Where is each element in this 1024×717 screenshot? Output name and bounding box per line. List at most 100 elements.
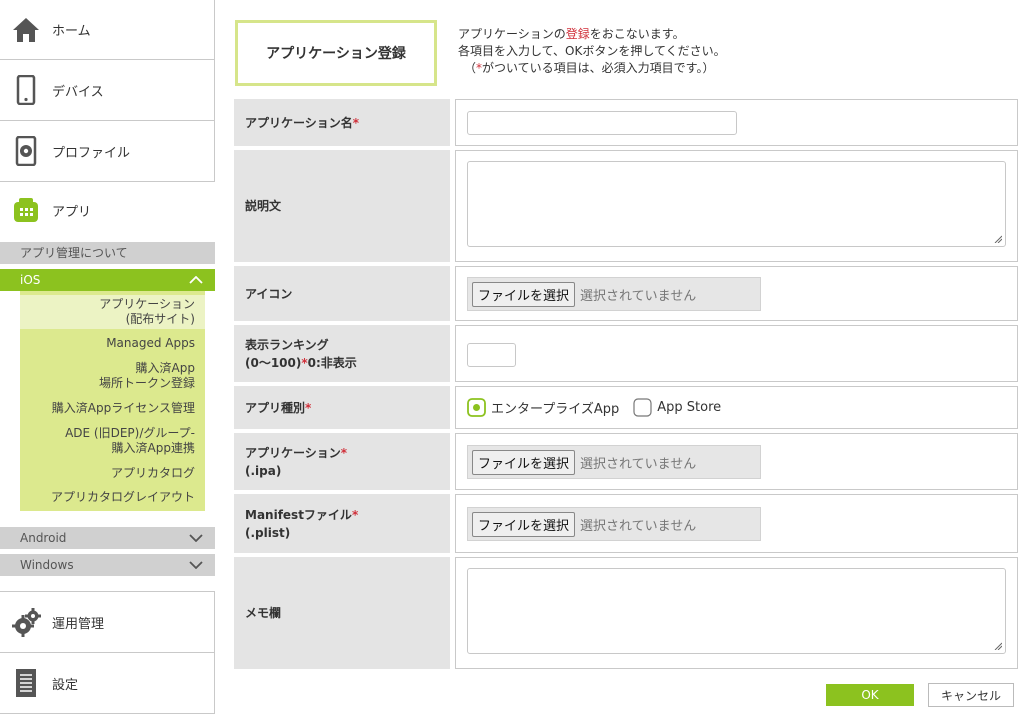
manifest-label: Manifestファイル bbox=[245, 507, 352, 522]
manifest-file-input: ファイルを選択 選択されていません bbox=[467, 507, 761, 541]
description-textarea[interactable] bbox=[467, 161, 1006, 247]
ios-item-license[interactable]: 購入済Appライセンス管理 bbox=[52, 401, 195, 416]
plist-label: (.plist) bbox=[245, 525, 291, 540]
ios-item-location-token[interactable]: 購入済App 場所トークン登録 bbox=[99, 361, 195, 391]
app-icon bbox=[0, 197, 52, 223]
cancel-button[interactable]: キャンセル bbox=[928, 683, 1014, 707]
manifest-file-button[interactable]: ファイルを選択 bbox=[472, 511, 576, 537]
label-app-name: アプリケーション名* bbox=[234, 99, 450, 146]
document-icon bbox=[0, 668, 52, 698]
value-ranking bbox=[455, 325, 1018, 382]
row-icon: アイコン ファイルを選択 選択されていません bbox=[234, 266, 1018, 321]
ipa-label: (.ipa) bbox=[245, 463, 282, 478]
ios-item-catalog-layout[interactable]: アプリカタログレイアウト bbox=[51, 490, 195, 505]
ios-item-managed-apps[interactable]: Managed Apps bbox=[106, 336, 195, 351]
nav-device-label: デバイス bbox=[52, 84, 104, 100]
intro-line1a: アプリケーションの bbox=[458, 27, 566, 41]
nav-app-label: アプリ bbox=[52, 204, 92, 220]
intro-text: アプリケーションの登録をおこないます。 各項目を入力して、OKボタンを押してくだ… bbox=[458, 26, 726, 77]
value-memo bbox=[455, 557, 1018, 669]
manifest-file-status: 選択されていません bbox=[580, 518, 697, 534]
resize-handle-icon[interactable] bbox=[994, 235, 1002, 243]
app-type-label: アプリ種別 bbox=[245, 400, 306, 415]
nav-profile[interactable]: プロファイル bbox=[0, 120, 215, 182]
sidebar-item-android[interactable]: Android bbox=[0, 527, 215, 549]
label-memo: メモ欄 bbox=[234, 557, 450, 669]
label-icon: アイコン bbox=[234, 266, 450, 321]
label-manifest: Manifestファイル* (.plist) bbox=[234, 494, 450, 553]
sidebar-item-ios[interactable]: iOS bbox=[0, 269, 215, 291]
app-name-label: アプリケーション名 bbox=[245, 115, 353, 130]
ios-submenu: アプリケーション (配布サイト) Managed Apps 購入済App 場所ト… bbox=[20, 291, 205, 511]
ios-item-app-distribution-line1: アプリケーション bbox=[99, 297, 195, 311]
nav-home-label: ホーム bbox=[52, 24, 91, 39]
ios-item-app-distribution-line2: (配布サイト) bbox=[125, 312, 195, 326]
radio-checked-icon bbox=[467, 398, 486, 417]
ranking-input[interactable] bbox=[467, 343, 516, 367]
value-description bbox=[455, 150, 1018, 262]
ios-item-ade[interactable]: ADE (旧DEP)/グループ- 購入済App連携 bbox=[65, 426, 195, 456]
row-application: アプリケーション* (.ipa) ファイルを選択 選択されていません bbox=[234, 433, 1018, 490]
row-app-name: アプリケーション名* bbox=[234, 99, 1018, 146]
row-app-type: アプリ種別* エンタープライズApp App Store bbox=[234, 386, 1018, 429]
ok-button[interactable]: OK bbox=[826, 684, 914, 706]
chevron-down-icon bbox=[189, 534, 203, 542]
row-memo: メモ欄 bbox=[234, 557, 1018, 669]
ios-item-ade-line2: 購入済App連携 bbox=[111, 441, 195, 455]
enterprise-label: エンタープライズApp bbox=[491, 402, 620, 417]
intro-line1c: をおこないます。 bbox=[589, 27, 685, 41]
memo-textarea[interactable] bbox=[467, 568, 1006, 654]
ios-item-location-token-line1: 購入済App bbox=[135, 361, 195, 375]
nav-settings[interactable]: 設定 bbox=[0, 652, 215, 714]
smartphone-icon bbox=[0, 75, 52, 105]
icon-file-status: 選択されていません bbox=[580, 288, 697, 304]
ios-item-app-distribution[interactable]: アプリケーション (配布サイト) bbox=[20, 295, 205, 329]
ipa-file-button[interactable]: ファイルを選択 bbox=[472, 449, 576, 475]
value-app-type: エンタープライズApp App Store bbox=[455, 386, 1018, 429]
home-icon bbox=[0, 17, 52, 43]
ipa-file-status: 選択されていません bbox=[580, 456, 697, 472]
page-title: アプリケーション登録 bbox=[235, 20, 437, 86]
ranking-label-range: (0〜100) bbox=[245, 355, 302, 370]
label-ranking: 表示ランキング (0〜100)*0:非表示 bbox=[234, 325, 450, 382]
label-app-type: アプリ種別* bbox=[234, 386, 450, 429]
ios-label: iOS bbox=[20, 273, 41, 287]
app-name-input[interactable] bbox=[467, 111, 737, 135]
sidebar: ホーム デバイス プロファイル アプリ アプリ管理について iOS アプリケーシ… bbox=[0, 0, 215, 717]
value-icon: ファイルを選択 選択されていません bbox=[455, 266, 1018, 321]
nav-device[interactable]: デバイス bbox=[0, 59, 215, 121]
intro-line3c: がついている項目は、必須入力項目です。） bbox=[482, 61, 715, 75]
profile-gear-icon bbox=[0, 136, 52, 166]
intro-line3a: （ bbox=[464, 61, 477, 75]
appstore-label: App Store bbox=[657, 400, 722, 415]
ranking-label-line1: 表示ランキング bbox=[245, 337, 329, 352]
nav-operation[interactable]: 運用管理 bbox=[0, 591, 215, 653]
gears-icon bbox=[0, 607, 52, 637]
intro-line2: 各項目を入力して、OKボタンを押してください。 bbox=[458, 44, 726, 58]
icon-file-button[interactable]: ファイルを選択 bbox=[472, 281, 576, 307]
ranking-label-hidden: 0:非表示 bbox=[307, 355, 357, 370]
required-mark: * bbox=[351, 507, 359, 522]
value-manifest: ファイルを選択 選択されていません bbox=[455, 494, 1018, 553]
intro-line1b: 登録 bbox=[565, 27, 590, 41]
value-application: ファイルを選択 選択されていません bbox=[455, 433, 1018, 490]
sidebar-item-about[interactable]: アプリ管理について bbox=[0, 242, 215, 264]
chevron-up-icon bbox=[189, 276, 203, 284]
icon-file-input: ファイルを選択 選択されていません bbox=[467, 277, 761, 311]
radio-appstore[interactable]: App Store bbox=[633, 398, 721, 417]
radio-enterprise[interactable]: エンタープライズApp bbox=[467, 398, 619, 417]
label-description: 説明文 bbox=[234, 150, 450, 262]
application-label: アプリケーション bbox=[245, 445, 341, 460]
row-ranking: 表示ランキング (0〜100)*0:非表示 bbox=[234, 325, 1018, 382]
required-mark: * bbox=[352, 115, 360, 130]
nav-app[interactable]: アプリ bbox=[0, 181, 215, 239]
ios-item-location-token-line2: 場所トークン登録 bbox=[98, 376, 195, 390]
resize-handle-icon[interactable] bbox=[994, 642, 1002, 650]
sidebar-item-windows[interactable]: Windows bbox=[0, 554, 215, 576]
row-manifest: Manifestファイル* (.plist) ファイルを選択 選択されていません bbox=[234, 494, 1018, 553]
nav-home[interactable]: ホーム bbox=[0, 0, 215, 60]
ios-item-ade-line1: ADE (旧DEP)/グループ- bbox=[65, 426, 195, 440]
value-app-name bbox=[455, 99, 1018, 146]
windows-label: Windows bbox=[20, 558, 74, 572]
ios-item-catalog[interactable]: アプリカタログ bbox=[111, 466, 195, 481]
